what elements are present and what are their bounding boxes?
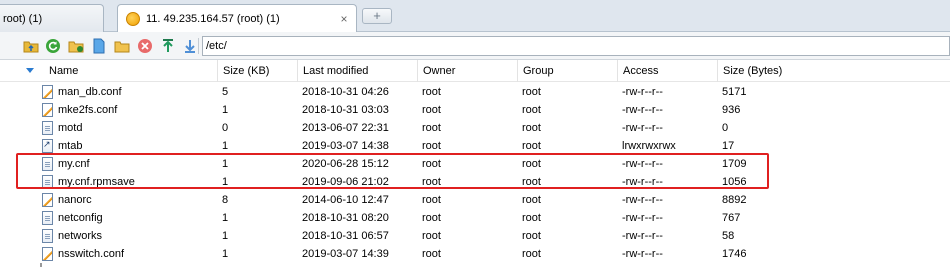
file-modified: 2013-06-07 22:31 [302,122,389,134]
file-group: root [522,248,541,260]
file-group: root [522,230,541,242]
file-size-kb: 8 [222,194,229,206]
column-header-group[interactable]: Group [517,60,617,82]
file-access: -rw-r--r-- [622,212,663,224]
file-name: netconfig [58,212,103,224]
symlink-icon [42,139,53,153]
file-name: motd [58,122,83,134]
file-size-kb: 5 [222,86,229,98]
file-access: -rw-r--r-- [622,86,663,98]
config-file-icon [42,193,53,207]
file-size-kb: 1 [222,212,229,224]
new-tab-button[interactable]: + [362,8,392,24]
file-row[interactable]: nanorc 8 2014-06-10 12:47 root root -rw-… [0,191,950,209]
sort-descending-icon[interactable] [26,68,34,73]
download-icon[interactable] [181,37,198,54]
file-modified: 2018-10-31 03:03 [302,104,389,116]
toolbar [0,32,950,60]
file-name: man_db.conf [58,86,122,98]
file-size-bytes: 58 [722,230,735,242]
file-owner: root [422,194,441,206]
file-owner: root [422,86,441,98]
file-size-kb: 1 [222,248,229,260]
file-row[interactable]: man_db.conf 5 2018-10-31 04:26 root root… [0,83,950,101]
column-header-owner[interactable]: Owner [417,60,517,82]
config-file-icon [42,85,53,99]
file-row[interactable]: nsswitch.conf 1 2019-03-07 14:39 root ro… [0,245,950,263]
column-header-size-kb[interactable]: Size (KB) [217,60,297,82]
file-size-bytes: 767 [722,212,741,224]
tab-session-active[interactable]: 11. 49.235.164.57 (root) (1) × [117,4,357,33]
tab-label: root) (1) [3,12,43,25]
delete-icon[interactable] [136,37,153,54]
file-name: nsswitch.conf [58,248,125,260]
close-icon[interactable]: × [336,12,352,26]
file-access: -rw-r--r-- [622,194,663,206]
file-access: -rw-r--r-- [622,230,663,242]
column-header-access[interactable]: Access [617,60,717,82]
upload-icon[interactable] [159,37,176,54]
file-icon [42,211,53,225]
file-icon [42,229,53,243]
file-size-bytes: 1746 [722,248,747,260]
tab-session-previous[interactable]: root) (1) [0,4,104,32]
file-icon [42,121,53,135]
upload-folder-icon[interactable] [22,37,39,54]
column-header-name[interactable]: Name [44,60,217,82]
file-access: -rw-r--r-- [622,122,663,134]
file-owner: root [422,212,441,224]
file-owner: root [422,104,441,116]
new-file-icon[interactable] [90,37,107,54]
file-modified: 2019-03-07 14:39 [302,248,389,260]
config-file-icon [42,103,53,117]
file-name: networks [58,230,103,242]
file-size-bytes: 936 [722,104,741,116]
file-name: mke2fs.conf [58,104,118,116]
file-size-kb: 1 [222,104,229,116]
column-header-size-bytes[interactable]: Size (Bytes) [717,60,950,82]
file-modified: 2018-10-31 06:57 [302,230,389,242]
file-access: -rw-r--r-- [622,248,663,260]
file-group: root [522,122,541,134]
file-owner: root [422,248,441,260]
toolbar-divider [198,38,199,54]
file-size-bytes: 8892 [722,194,747,206]
file-size-kb: 0 [222,122,229,134]
file-group: root [522,104,541,116]
file-group: root [522,212,541,224]
file-owner: root [422,230,441,242]
path-input[interactable] [202,36,950,56]
file-row[interactable]: motd 0 2013-06-07 22:31 root root -rw-r-… [0,119,950,137]
file-modified: 2014-06-10 12:47 [302,194,389,206]
file-row[interactable]: networks 1 2018-10-31 06:57 root root -r… [0,227,950,245]
file-name: nanorc [58,194,92,206]
file-group: root [522,86,541,98]
folder-open-icon[interactable] [67,37,84,54]
column-header-last-modified[interactable]: Last modified [297,60,417,82]
tab-bar: root) (1) 11. 49.235.164.57 (root) (1) ×… [0,0,950,33]
scroll-indicator [40,263,42,267]
file-row[interactable]: netconfig 1 2018-10-31 08:20 root root -… [0,209,950,227]
file-access: -rw-r--r-- [622,104,663,116]
new-folder-icon[interactable] [113,37,130,54]
tab-label: 11. 49.235.164.57 (root) (1) [146,13,280,25]
file-group: root [522,194,541,206]
file-owner: root [422,122,441,134]
file-modified: 2018-10-31 04:26 [302,86,389,98]
file-size-kb: 1 [222,230,229,242]
file-modified: 2018-10-31 08:20 [302,212,389,224]
config-file-icon [42,247,53,261]
file-row[interactable]: mke2fs.conf 1 2018-10-31 03:03 root root… [0,101,950,119]
file-size-bytes: 5171 [722,86,747,98]
column-header-row: Name Size (KB) Last modified Owner Group… [0,60,950,82]
refresh-icon[interactable] [44,37,61,54]
connection-status-icon [126,12,140,26]
file-size-bytes: 0 [722,122,729,134]
highlight-annotation-box [16,153,769,189]
